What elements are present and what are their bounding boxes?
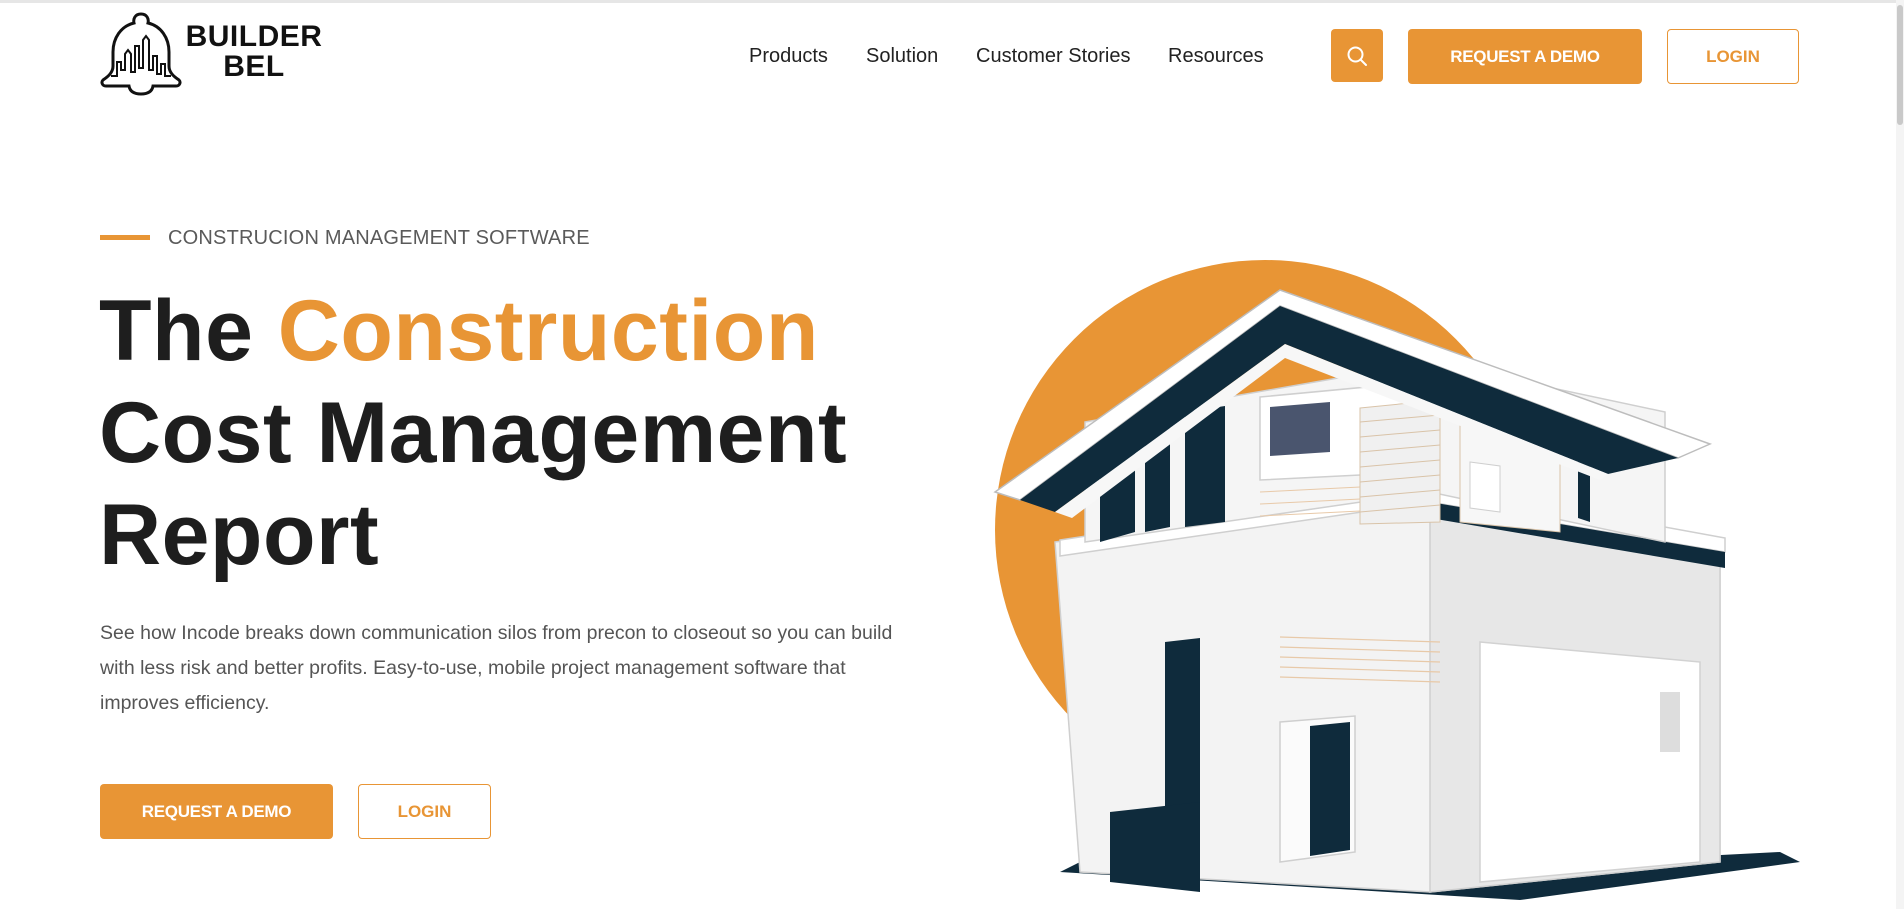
eyebrow-accent-bar xyxy=(100,235,150,240)
logo[interactable]: BUILDER BEL xyxy=(99,10,322,98)
search-icon xyxy=(1347,46,1367,66)
search-button[interactable] xyxy=(1331,29,1383,82)
scrollbar-thumb[interactable] xyxy=(1897,5,1903,125)
nav-products[interactable]: Products xyxy=(749,41,828,71)
hero-eyebrow: CONSTRUCION MANAGEMENT SOFTWARE xyxy=(168,227,590,249)
hero-title-line3: Report xyxy=(99,487,380,583)
hero-title-line2: Cost Management xyxy=(99,385,848,481)
bell-skyline-logo-icon xyxy=(100,12,182,96)
nav-customer-stories[interactable]: Customer Stories xyxy=(976,41,1131,71)
nav-solution[interactable]: Solution xyxy=(866,41,938,71)
hero-description: See how Incode breaks down communication… xyxy=(100,622,893,714)
logo-wordmark: BUILDER BEL xyxy=(179,22,329,82)
hero-title-accent: Construction xyxy=(277,283,819,379)
nav-resources[interactable]: Resources xyxy=(1168,41,1264,71)
top-border xyxy=(0,0,1904,3)
hero-request-demo-button[interactable]: REQUEST A DEMO xyxy=(100,784,333,839)
logo-line-2: BEL xyxy=(223,50,285,83)
header-request-demo-button[interactable]: REQUEST A DEMO xyxy=(1408,29,1642,84)
house-illustration xyxy=(993,260,1800,900)
logo-line-1: BUILDER xyxy=(185,20,323,53)
hero-title-line1-plain: The xyxy=(99,283,278,379)
hero-title: The Construction Cost Management Report xyxy=(99,280,847,586)
scrollbar-track[interactable] xyxy=(1896,0,1904,909)
header-login-button[interactable]: LOGIN xyxy=(1667,29,1799,84)
hero-login-button[interactable]: LOGIN xyxy=(358,784,491,839)
